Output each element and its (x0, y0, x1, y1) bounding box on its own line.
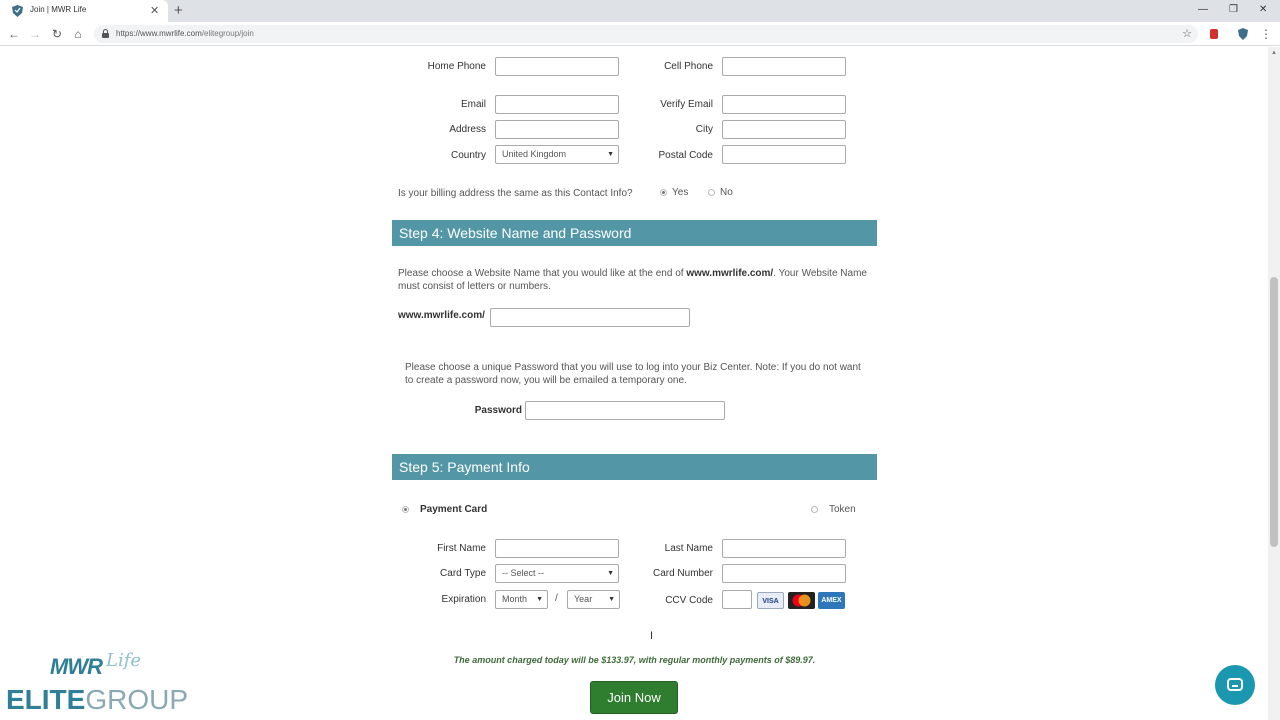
url-host: https://www.mwrlife.com (116, 29, 202, 38)
cell-phone-input[interactable] (722, 57, 846, 76)
back-icon[interactable]: ← (6, 26, 22, 42)
verify-email-label: Verify Email (660, 99, 713, 110)
scroll-up-icon[interactable]: ▲ (1270, 49, 1278, 57)
home-phone-label: Home Phone (427, 61, 486, 72)
chevron-down-icon: ▼ (536, 596, 543, 603)
new-tab-icon[interactable]: + (174, 2, 183, 20)
password-description: Please choose a unique Password that you… (405, 362, 861, 386)
website-desc-url: www.mwrlife.com/ (686, 268, 774, 279)
card-type-value: -- Select -- (502, 568, 545, 578)
logo-elite-group: ELITEGROUP (6, 684, 188, 716)
window-close-icon[interactable]: ✕ (1259, 3, 1267, 17)
city-input[interactable] (722, 120, 846, 139)
step4-header: Step 4: Website Name and Password (392, 220, 877, 246)
step5-header: Step 5: Payment Info (392, 454, 877, 480)
card-type-select[interactable]: -- Select -- ▼ (495, 564, 619, 583)
card-type-label: Card Type (440, 568, 486, 579)
country-label: Country (450, 150, 486, 161)
email-input[interactable] (495, 95, 619, 114)
browser-tab[interactable]: Join | MWR Life ✕ (0, 0, 168, 22)
address-label: Address (449, 124, 486, 135)
bookmark-star-icon[interactable]: ☆ (1182, 27, 1192, 40)
page-scrollbar[interactable]: ▲ (1268, 47, 1280, 720)
website-desc-pre: Please choose a Website Name that you wo… (398, 268, 687, 279)
url-path: /elitegroup/join (201, 29, 254, 38)
extension-shield-icon[interactable] (1236, 27, 1250, 41)
forward-icon[interactable]: → (27, 26, 43, 42)
payment-card-label: Payment Card (420, 504, 488, 515)
website-prefix: www.mwrlife.com/ (398, 310, 485, 321)
website-description: Please choose a Website Name that you wo… (398, 267, 868, 293)
extension-record-icon[interactable] (1207, 27, 1221, 41)
expiration-year-select[interactable]: Year ▼ (567, 590, 620, 609)
home-phone-input[interactable] (495, 57, 619, 76)
restore-icon[interactable]: ❐ (1229, 3, 1238, 17)
website-name-input[interactable] (490, 308, 690, 327)
tab-title: Join | MWR Life (30, 5, 87, 14)
card-number-input[interactable] (722, 564, 846, 583)
logo-life: Life (106, 650, 142, 671)
postal-code-label: Postal Code (658, 150, 713, 161)
home-icon[interactable]: ⌂ (70, 26, 86, 42)
reload-icon[interactable]: ↻ (49, 26, 65, 42)
postal-code-input[interactable] (722, 145, 846, 164)
expiration-month-select[interactable]: Month ▼ (495, 590, 548, 609)
chat-bubble-icon (1227, 678, 1243, 691)
join-page: Home Phone Cell Phone Email Verify Email… (0, 47, 1268, 720)
chat-widget-button[interactable] (1215, 665, 1255, 705)
ccv-label: CCV Code (665, 595, 713, 606)
expiration-slash: / (555, 593, 558, 604)
billing-question: Is your billing address the same as this… (398, 188, 633, 199)
billing-no-radio[interactable] (708, 189, 715, 196)
visa-logo-icon: VISA (757, 592, 784, 609)
payment-card-radio[interactable] (402, 506, 409, 513)
password-label: Password (474, 405, 522, 416)
logo-group: GROUP (85, 684, 189, 715)
scroll-thumb[interactable] (1270, 277, 1278, 547)
year-value: Year (574, 594, 593, 604)
country-value: United Kingdom (502, 149, 567, 159)
text-cursor-icon: I (650, 630, 654, 642)
chevron-down-icon: ▼ (607, 570, 614, 577)
expiration-label: Expiration (441, 594, 486, 605)
billing-no-label: No (720, 187, 733, 198)
card-number-label: Card Number (652, 568, 713, 579)
ccv-input[interactable] (722, 590, 752, 609)
last-name-input[interactable] (722, 539, 846, 558)
minimize-icon[interactable]: — (1198, 3, 1208, 17)
amex-logo-icon: AMEX (818, 592, 845, 609)
month-value: Month (502, 594, 528, 604)
logo-mwr: MWR (50, 654, 103, 679)
charge-notice: The amount charged today will be $133.97… (453, 655, 816, 665)
lock-icon (102, 29, 109, 38)
join-now-button[interactable]: Join Now (590, 681, 678, 714)
billing-yes-label: Yes (672, 187, 689, 198)
email-label: Email (460, 99, 486, 110)
address-input[interactable] (495, 120, 619, 139)
browser-toolbar: ← → ↻ ⌂ https://www.mwrlife.com/elitegro… (0, 22, 1280, 46)
tab-bar: Join | MWR Life ✕ + — ❐ ✕ (0, 0, 1280, 22)
first-name-input[interactable] (495, 539, 619, 558)
city-label: City (695, 124, 713, 135)
token-label: Token (829, 504, 856, 515)
token-radio[interactable] (811, 506, 818, 513)
logo-elite: ELITE (6, 684, 86, 715)
verify-email-input[interactable] (722, 95, 846, 114)
browser-menu-icon[interactable]: ⋮ (1258, 26, 1274, 42)
shield-favicon-icon (12, 5, 23, 17)
billing-yes-radio[interactable] (660, 189, 667, 196)
cell-phone-label: Cell Phone (664, 61, 713, 72)
first-name-label: First Name (437, 543, 486, 554)
url-text: https://www.mwrlife.com/elitegroup/join (116, 29, 254, 38)
mastercard-logo-icon (788, 592, 815, 609)
chevron-down-icon: ▼ (608, 596, 615, 603)
address-bar[interactable]: https://www.mwrlife.com/elitegroup/join … (94, 25, 1198, 43)
country-select[interactable]: United Kingdom ▼ (495, 145, 619, 164)
last-name-label: Last Name (664, 543, 713, 554)
password-input[interactable] (525, 401, 725, 420)
tab-close-icon[interactable]: ✕ (150, 3, 159, 19)
chevron-down-icon: ▼ (607, 151, 614, 158)
